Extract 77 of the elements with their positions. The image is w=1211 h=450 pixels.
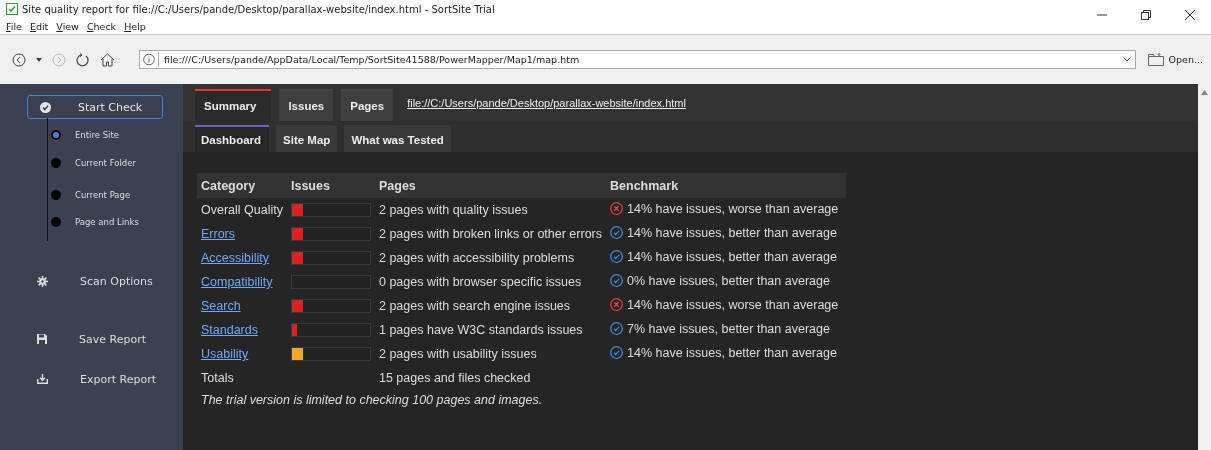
menu-item[interactable]: Help	[124, 20, 146, 32]
pages-summary: 1 pages have W3C standards issues	[379, 323, 583, 337]
info-icon	[140, 52, 159, 67]
scope-option[interactable]: Current Folder	[47, 147, 168, 179]
radio-button[interactable]	[51, 217, 61, 227]
category-link[interactable]: Search	[201, 299, 241, 313]
benchmark-text: 0% have issues, better than average	[627, 273, 830, 288]
sidebar-action[interactable]: Save Report	[37, 319, 183, 359]
check-circle-icon	[610, 346, 623, 360]
category-link[interactable]: Compatibility	[201, 275, 273, 289]
menu-item[interactable]: Edit	[29, 20, 49, 32]
totals-label: Totals	[201, 371, 234, 385]
menu-item[interactable]: Check	[86, 20, 117, 32]
menu-item[interactable]: File	[6, 20, 22, 32]
column-header: Category	[197, 173, 287, 198]
tab[interactable]: Issues	[279, 89, 334, 121]
scroll-up-icon[interactable]	[1201, 90, 1208, 95]
tab[interactable]: Pages	[341, 89, 394, 121]
download-tray-icon	[37, 374, 48, 384]
category-link[interactable]: Usability	[201, 347, 249, 361]
benchmark-text: 7% have issues, better than average	[627, 321, 830, 336]
benchmark-text: 14% have issues, better than average	[627, 225, 837, 240]
totals-summary: 15 pages and files checked	[379, 371, 531, 385]
category-link[interactable]: Accessibility	[201, 251, 270, 265]
pages-summary: 2 pages with quality issues	[379, 203, 528, 217]
column-header: Issues	[287, 173, 375, 198]
window-title: Site quality report for file://C:/Users/pande/Desktop/parallax-website/index.html - SortSite Trial	[22, 3, 495, 15]
address-field[interactable]: file:///C:/Users/pande/AppData/Local/Temp/SortSite41588/PowerMapper/Map1/map.htm	[139, 50, 1136, 69]
check-circle-icon	[610, 322, 623, 336]
benchmark-text: 14% have issues, better than average	[627, 345, 837, 360]
benchmark-text: 14% have issues, better than average	[627, 249, 837, 264]
benchmark-text: 14% have issues, worse than average	[627, 297, 839, 312]
subtab[interactable]: What was Tested	[344, 125, 451, 152]
trial-note: The trial version is limited to checking 100 pages and images.	[200, 392, 544, 407]
report-link[interactable]: file://C:/Users/pande/Desktop/parallax-website/index.html	[407, 96, 686, 109]
benchmark-text: 14% have issues, worse than average	[627, 201, 839, 216]
check-circle-icon	[40, 101, 51, 113]
pages-summary: 0 pages with browser specific issues	[379, 275, 582, 289]
category-label: Overall Quality	[201, 203, 283, 217]
check-circle-icon	[610, 226, 623, 240]
menu-item[interactable]: View	[56, 20, 79, 32]
chevron-down-icon[interactable]	[1122, 57, 1131, 62]
check-circle-icon	[610, 250, 623, 264]
pages-summary: 2 pages with accessibility problems	[379, 251, 575, 265]
close-icon[interactable]	[1185, 10, 1195, 20]
back-icon[interactable]	[12, 52, 26, 67]
category-link[interactable]: Errors	[201, 227, 236, 241]
folder-icon	[1147, 53, 1164, 66]
sidebar-action[interactable]: Export Report	[37, 359, 183, 399]
scope-option[interactable]: Current Page	[47, 179, 168, 211]
error-icon	[610, 298, 623, 312]
open-button[interactable]: Open...	[1145, 53, 1211, 66]
tab[interactable]: Summary	[195, 89, 272, 121]
scope-option[interactable]: Entire Site	[47, 123, 168, 147]
refresh-icon[interactable]	[76, 52, 90, 67]
error-icon	[610, 202, 623, 216]
subtab[interactable]: Site Map	[276, 125, 338, 152]
column-header: Benchmark	[606, 173, 846, 198]
dropdown-caret-icon[interactable]	[36, 57, 42, 62]
category-link[interactable]: Standards	[201, 323, 258, 337]
pages-summary: 2 pages with usability issues	[379, 347, 537, 361]
start-check-button[interactable]: Start Check	[27, 95, 163, 119]
radio-button[interactable]	[51, 158, 61, 168]
radio-button[interactable]	[51, 130, 61, 140]
app-check-icon	[6, 3, 18, 15]
restore-icon[interactable]	[1141, 10, 1151, 20]
home-icon[interactable]	[100, 52, 115, 67]
sidebar-action[interactable]: Scan Options	[37, 261, 183, 301]
subtab[interactable]: Dashboard	[195, 125, 270, 152]
scope-option[interactable]: Page and Links	[47, 211, 168, 241]
gear-icon	[37, 275, 48, 287]
check-circle-icon	[610, 274, 623, 288]
radio-button[interactable]	[51, 190, 61, 200]
pages-summary: 2 pages with broken links or other errors	[379, 227, 602, 241]
column-header: Pages	[375, 173, 606, 198]
pages-summary: 2 pages with search engine issues	[379, 299, 571, 313]
scrollbar[interactable]	[1198, 84, 1211, 450]
